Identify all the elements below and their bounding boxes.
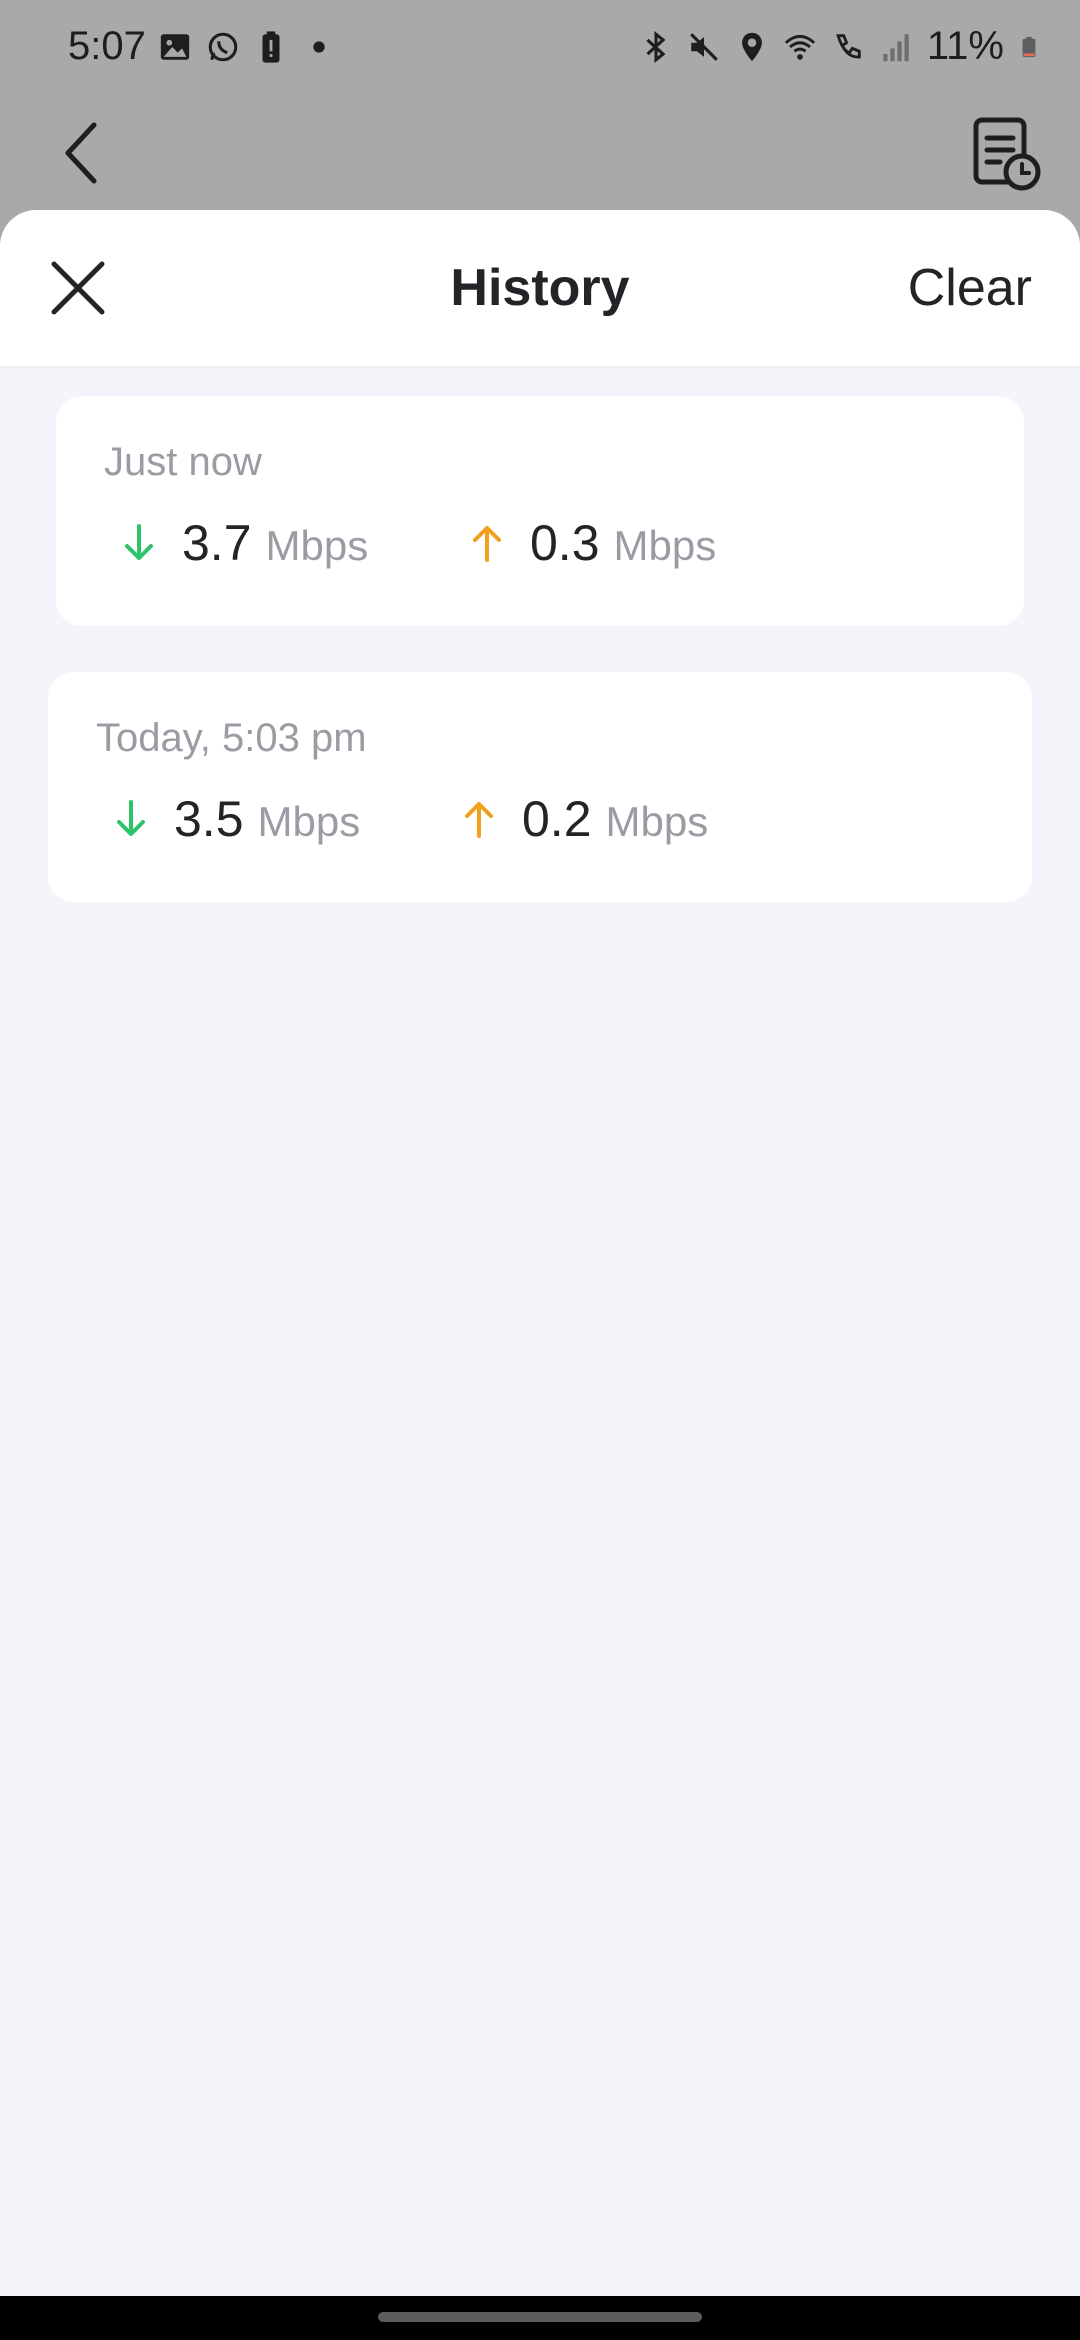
- chevron-left-icon: [65, 122, 97, 184]
- history-sheet: History Clear Just now 3.7 Mbps 0.3 Mbps…: [0, 210, 1080, 2296]
- history-item-time: Today, 5:03 pm: [96, 716, 367, 760]
- wifi-icon: [784, 34, 816, 60]
- back-button[interactable]: [50, 118, 110, 188]
- history-item-time: Just now: [104, 440, 262, 484]
- upload-value: 0.3: [530, 515, 600, 571]
- status-time: 5:07: [68, 24, 146, 68]
- upload-value: 0.2: [522, 791, 592, 847]
- status-bar: 5:07 11%: [0, 0, 1080, 96]
- history-icon: [973, 117, 1041, 191]
- sheet-header: History Clear: [0, 210, 1080, 368]
- download-metric: 3.5 Mbps: [114, 790, 360, 848]
- location-icon: [741, 32, 762, 61]
- whatsapp-icon: [208, 32, 238, 62]
- bluetooth-icon: [646, 30, 666, 63]
- download-metric: 3.7 Mbps: [122, 514, 368, 572]
- upload-unit: Mbps: [613, 522, 717, 569]
- upload-unit: Mbps: [605, 798, 709, 845]
- history-button[interactable]: [970, 116, 1042, 192]
- system-icons: 11%: [639, 24, 1040, 69]
- signal-icon: [883, 33, 909, 61]
- navigation-bar: [0, 2296, 1080, 2340]
- dot-icon: [313, 41, 325, 53]
- wifi-call-icon: [836, 33, 861, 58]
- gallery-icon: [160, 34, 190, 60]
- download-arrow-icon: [117, 800, 145, 836]
- history-item[interactable]: Just now 3.7 Mbps 0.3 Mbps: [56, 396, 1024, 626]
- download-value: 3.5: [174, 791, 244, 847]
- clear-button[interactable]: Clear: [908, 258, 1032, 318]
- upload-metric: 0.2 Mbps: [462, 790, 708, 848]
- battery-percent: 11%: [926, 24, 1004, 68]
- history-item[interactable]: Today, 5:03 pm 3.5 Mbps 0.2 Mbps: [48, 672, 1032, 902]
- battery-icon: [1022, 36, 1036, 57]
- download-value: 3.7: [182, 515, 252, 571]
- battery-alert-icon: [262, 31, 280, 63]
- notification-icons: [158, 30, 336, 64]
- upload-arrow-icon: [473, 526, 501, 562]
- upload-arrow-icon: [465, 802, 493, 838]
- download-arrow-icon: [125, 524, 153, 560]
- upload-metric: 0.3 Mbps: [470, 514, 716, 572]
- download-unit: Mbps: [257, 798, 361, 845]
- download-unit: Mbps: [265, 522, 369, 569]
- mute-icon: [690, 32, 718, 61]
- home-handle[interactable]: [378, 2312, 702, 2322]
